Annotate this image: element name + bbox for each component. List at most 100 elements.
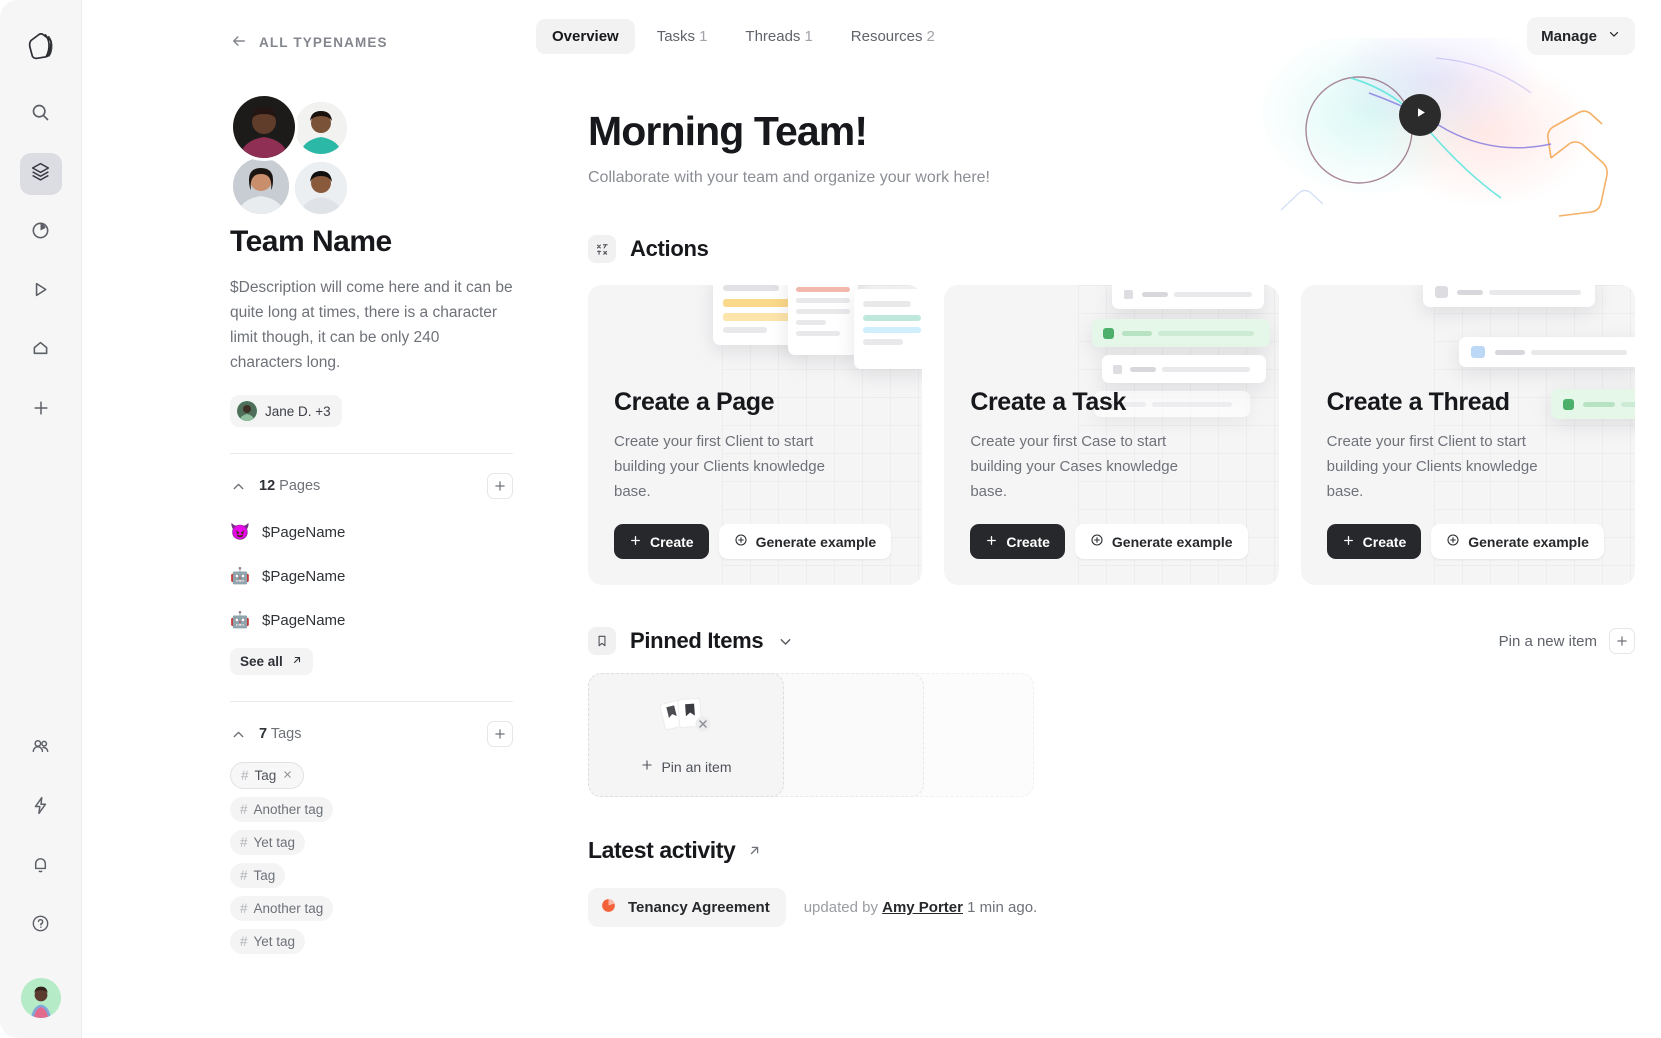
plus-icon — [985, 534, 998, 550]
sidebar-divider-1 — [230, 453, 513, 454]
sidebar-item-help[interactable] — [20, 905, 62, 947]
tag-chip[interactable]: # Tag — [230, 863, 286, 888]
breadcrumb-label: ALL TYPENAMES — [259, 35, 388, 50]
layers-icon — [30, 161, 51, 187]
tag-label: Yet tag — [253, 835, 296, 850]
card-body: Create a Thread Create your first Client… — [1326, 388, 1609, 559]
sidebar-item-analytics[interactable] — [20, 212, 62, 254]
activity-section-title: Latest activity — [588, 837, 736, 863]
action-card-create-task[interactable]: Create a Task Create your first Case to … — [944, 285, 1279, 585]
card-actions: Create Generate example — [614, 524, 896, 559]
generate-example-button[interactable]: Generate example — [1074, 524, 1248, 559]
list-item[interactable]: 😈 $PageName — [230, 510, 513, 554]
sidebar-item-search[interactable] — [20, 94, 62, 136]
plus-icon — [1342, 534, 1355, 550]
page-label: $PageName — [262, 611, 346, 629]
tab-label: Tasks — [656, 27, 696, 45]
pinned-cards-icon — [655, 695, 717, 744]
sidebar-item-people[interactable] — [20, 728, 62, 770]
page-emoji-icon: 🤖 — [230, 612, 250, 629]
card-body: Create a Task Create your first Case to … — [970, 388, 1252, 559]
tags-section-header: 7 Tags — [230, 710, 513, 758]
chevron-down-icon — [1607, 27, 1621, 45]
pin-an-item-slot[interactable]: Pin an item — [588, 673, 784, 797]
card-description: Create your first Client to start buildi… — [614, 433, 825, 500]
manage-button[interactable]: Manage — [1527, 17, 1635, 55]
sidebar-item-automations[interactable] — [20, 787, 62, 829]
chevron-up-icon[interactable] — [230, 478, 247, 495]
tab-count: 2 — [926, 27, 935, 45]
team-members-chip[interactable]: Jane D. +3 — [230, 395, 342, 427]
create-label: Create — [650, 533, 694, 550]
create-button[interactable]: Create — [970, 524, 1065, 559]
sidebar-item-layers[interactable] — [19, 153, 62, 195]
card-title: Create a Page — [614, 388, 775, 416]
create-label: Create — [1362, 533, 1407, 550]
tab-count: 1 — [804, 27, 813, 45]
see-all-pages-button[interactable]: See all — [230, 648, 313, 675]
tab-overview[interactable]: Overview — [536, 18, 635, 54]
team-avatar-2 — [292, 99, 350, 157]
play-video-button[interactable] — [1399, 94, 1441, 136]
tag-chip[interactable]: # Yet tag — [230, 929, 306, 954]
action-card-create-thread[interactable]: Create a Thread Create your first Client… — [1300, 285, 1635, 585]
pinned-items-row: Pin an item — [532, 655, 1661, 797]
tag-label: Another tag — [253, 901, 324, 916]
home-icon — [30, 338, 51, 364]
generate-example-button[interactable]: Generate example — [1431, 524, 1604, 559]
tab-label: Threads — [745, 27, 801, 45]
cube-logo-icon[interactable] — [19, 24, 63, 68]
close-icon[interactable] — [282, 768, 293, 783]
card-description: Create your first Client to start buildi… — [1326, 433, 1538, 500]
generate-example-button[interactable]: Generate example — [718, 524, 892, 559]
add-page-button[interactable] — [487, 473, 513, 499]
avatar[interactable] — [20, 978, 61, 1018]
action-card-create-page[interactable]: Create a Page Create your first Client t… — [588, 285, 923, 585]
chevron-down-icon[interactable] — [777, 633, 794, 650]
tag-label: Another tag — [253, 802, 324, 817]
pinned-section-title: Pinned Items — [630, 628, 764, 653]
pin-new-item-label[interactable]: Pin a new item — [1499, 633, 1597, 650]
breadcrumb-back[interactable]: ALL TYPENAMES — [230, 32, 513, 53]
sidebar-item-notifications[interactable] — [20, 846, 62, 888]
tag-chip[interactable]: # Tag — [230, 762, 305, 789]
list-item[interactable]: 🤖 $PageName — [230, 554, 513, 598]
tab-threads[interactable]: Threads 1 — [729, 19, 828, 54]
create-button[interactable]: Create — [1326, 524, 1422, 559]
team-description: $Description will come here and it can b… — [230, 279, 513, 371]
actions-section-header: Actions — [532, 235, 1661, 263]
arrow-up-right-icon — [291, 654, 303, 669]
team-avatar-cluster[interactable] — [230, 93, 372, 217]
hero-section: Morning Team! Collaborate with your team… — [532, 18, 1661, 217]
tag-chip[interactable]: # Another tag — [230, 896, 334, 921]
create-button[interactable]: Create — [614, 524, 709, 559]
activity-user-link[interactable]: Amy Porter — [882, 899, 963, 916]
arrow-up-right-icon[interactable] — [747, 843, 762, 858]
sidebar-item-add[interactable] — [20, 389, 62, 431]
tag-label: Tag — [254, 768, 277, 783]
sidebar-item-home[interactable] — [20, 330, 62, 372]
tab-bar: Overview Tasks 1 Threads 1 Resources 2 — [536, 18, 951, 54]
main-content: Overview Tasks 1 Threads 1 Resources 2 Mana… — [532, 0, 1661, 1038]
plus-icon — [31, 398, 51, 423]
play-icon — [1413, 105, 1428, 125]
activity-item-chip[interactable]: Tenancy Agreement — [588, 888, 786, 927]
pages-section-title: 12 Pages — [259, 478, 321, 494]
tab-resources[interactable]: Resources 2 — [835, 19, 951, 54]
activity-list: Tenancy Agreement updated by Amy Porter … — [532, 888, 1661, 927]
tab-tasks[interactable]: Tasks 1 — [641, 19, 724, 54]
add-tag-button[interactable] — [487, 721, 513, 747]
tags-section-title: 7 Tags — [259, 726, 302, 742]
chevron-up-icon[interactable] — [230, 726, 247, 743]
hash-icon: # — [240, 868, 248, 883]
pages-section-header: 12 Pages — [230, 462, 513, 510]
hash-icon: # — [240, 901, 248, 916]
pin-new-item-button[interactable] — [1609, 628, 1635, 654]
tag-chip[interactable]: # Yet tag — [230, 830, 306, 855]
arrow-left-icon — [230, 32, 248, 53]
see-all-label: See all — [240, 654, 283, 669]
plus-circle-icon — [734, 533, 748, 550]
sidebar-item-play[interactable] — [20, 271, 62, 313]
tag-chip[interactable]: # Another tag — [230, 797, 334, 822]
list-item[interactable]: 🤖 $PageName — [230, 598, 513, 642]
